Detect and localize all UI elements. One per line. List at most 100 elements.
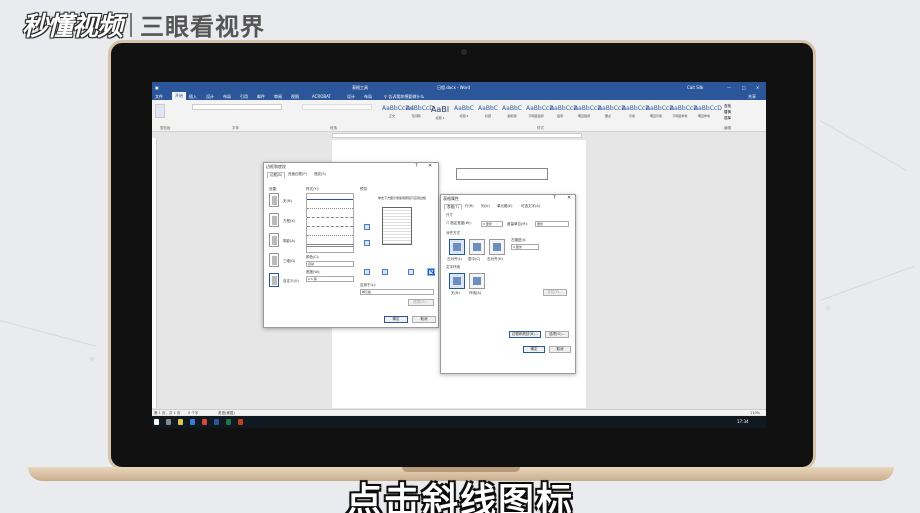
preferred-width-checkbox[interactable]: ☐ 指定宽度(W): <box>446 221 472 226</box>
style-quote[interactable]: AaBbCcD 引用 <box>622 105 650 123</box>
search-icon[interactable] <box>166 419 171 425</box>
align-left-label: 左对齐(L) <box>447 257 463 261</box>
close-icon[interactable]: ✕ <box>428 163 432 169</box>
top-border-icon[interactable] <box>364 224 370 230</box>
tab-column[interactable]: 列(U) <box>481 204 490 209</box>
tab-table[interactable]: 表格(T) <box>444 204 462 210</box>
style-intense-reference[interactable]: AaBbCcD 明显参考 <box>694 105 722 123</box>
ok-button[interactable]: 确定 <box>384 316 408 323</box>
tab-acrobat[interactable]: ACROBAT <box>312 94 331 99</box>
border-preview[interactable] <box>382 207 412 245</box>
alignment-label: 对齐方式 <box>446 231 460 235</box>
cancel-button[interactable]: 取消 <box>412 316 436 323</box>
style-no-spacing[interactable]: AaBbCcD 无间隔 <box>406 105 434 123</box>
font-format-buttons[interactable] <box>192 113 282 119</box>
inside-horizontal-border-icon[interactable] <box>364 240 370 246</box>
style-intense-quote[interactable]: AaBbCcD 明显引用 <box>646 105 674 123</box>
style-intense-emphasis[interactable]: AaBbCcD 明显强调 <box>574 105 602 123</box>
zoom-level[interactable]: 110% <box>750 411 760 415</box>
find-button[interactable]: 查找 <box>724 104 731 109</box>
tab-borders[interactable]: 边框(B) <box>267 172 286 178</box>
document-table[interactable] <box>456 168 548 180</box>
tab-row[interactable]: 行(R) <box>465 204 474 209</box>
wrap-none-icon[interactable] <box>449 273 465 289</box>
style-strong[interactable]: AaBbCcD 要点 <box>598 105 626 123</box>
paste-icon[interactable] <box>155 104 165 118</box>
tab-shading[interactable]: 底纹(S) <box>314 172 326 177</box>
line-style-list[interactable] <box>306 193 354 253</box>
apply-to-select[interactable]: 单元格 <box>360 289 434 295</box>
help-icon[interactable]: ? <box>553 195 556 201</box>
replace-button[interactable]: 替换 <box>724 110 731 115</box>
explorer-icon[interactable] <box>178 419 183 425</box>
color-select[interactable]: 自动 <box>306 261 354 267</box>
style-subtitle[interactable]: AaBbC 副标题 <box>502 105 522 123</box>
borders-shading-button[interactable]: 边框和底纹(B)... <box>509 331 541 338</box>
tab-alt-text[interactable]: 可选文字(A) <box>521 204 540 209</box>
align-center-icon[interactable] <box>469 239 485 255</box>
preferred-width-input[interactable]: 0 厘米 <box>481 221 503 227</box>
setting-none-icon[interactable] <box>269 193 279 207</box>
setting-shadow-label: 阴影(A) <box>283 239 296 243</box>
vertical-ruler[interactable] <box>152 138 157 408</box>
excel-icon[interactable] <box>226 419 231 425</box>
ok-button[interactable]: 确定 <box>523 346 545 353</box>
line-style-option[interactable] <box>307 244 353 247</box>
cancel-button[interactable]: 取消 <box>549 346 571 353</box>
taskbar-clock[interactable]: 17:34 <box>737 419 749 424</box>
setting-custom-icon[interactable] <box>269 273 279 287</box>
group-editing: 编辑 <box>724 126 731 130</box>
style-heading-2[interactable]: AaBbC 标题 2 <box>454 105 474 123</box>
align-left-icon[interactable] <box>449 239 465 255</box>
setting-3d-icon[interactable] <box>269 253 279 267</box>
left-border-icon[interactable] <box>382 269 388 275</box>
tab-home[interactable]: 开始 <box>172 92 186 100</box>
line-style-option[interactable] <box>307 226 353 227</box>
align-right-icon[interactable] <box>489 239 505 255</box>
width-select[interactable]: 0.5 磅 <box>306 276 354 282</box>
close-icon[interactable]: ✕ <box>567 195 571 201</box>
measure-select[interactable]: 厘米 <box>535 221 569 227</box>
line-style-option[interactable] <box>307 217 353 218</box>
help-icon[interactable]: ? <box>415 163 418 169</box>
close-icon[interactable]: ✕ <box>756 85 759 90</box>
maximize-icon[interactable]: □ <box>742 85 746 90</box>
save-icon[interactable]: ▣ <box>155 85 159 90</box>
style-sample: AaBbC <box>478 105 498 112</box>
tab-page-border[interactable]: 页面边框(P) <box>288 172 307 177</box>
style-normal[interactable]: AaBbCcDd 正文 <box>382 105 414 123</box>
wrap-around-icon[interactable] <box>469 273 485 289</box>
app-icon[interactable] <box>202 419 207 425</box>
line-style-option[interactable] <box>307 235 353 236</box>
diagonal-up-border-icon[interactable] <box>428 269 434 275</box>
powerpoint-icon[interactable] <box>238 419 243 425</box>
line-style-option[interactable] <box>307 199 353 200</box>
diagonal-down-border-icon[interactable] <box>364 269 370 275</box>
minimize-icon[interactable]: — <box>727 85 731 90</box>
tab-cell[interactable]: 单元格(E) <box>497 204 512 209</box>
style-label: 样式(Y): <box>306 187 320 191</box>
style-name: 明显强调 <box>577 114 590 118</box>
paragraph-buttons[interactable] <box>302 104 372 110</box>
edge-icon[interactable] <box>190 419 195 425</box>
font-name-select[interactable] <box>192 104 282 110</box>
horizontal-ruler[interactable] <box>332 133 582 138</box>
style-emphasis[interactable]: AaBbCcD 强调 <box>550 105 578 123</box>
word-icon[interactable] <box>214 419 219 425</box>
setting-box-icon[interactable] <box>269 213 279 227</box>
indent-value: 0 厘米 <box>513 245 522 249</box>
select-button[interactable]: 选择 <box>724 116 731 121</box>
style-heading-1[interactable]: AaBl 标题 1 <box>430 105 450 123</box>
positioning-button[interactable]: 定位(P)... <box>543 289 567 296</box>
table-options-button[interactable]: 选项(O)... <box>545 331 569 338</box>
start-icon[interactable] <box>154 419 159 425</box>
line-style-option[interactable] <box>307 208 353 209</box>
options-button[interactable]: 选项(O)... <box>408 299 434 306</box>
right-border-icon[interactable] <box>408 269 414 275</box>
style-title[interactable]: AaBbC 标题 <box>478 105 498 123</box>
indent-input[interactable]: 0 厘米 <box>511 244 539 250</box>
style-subtle-reference[interactable]: AaBbCcD 不明显参考 <box>670 105 698 123</box>
style-subtle-emphasis[interactable]: AaBbCcD 不明显强调 <box>526 105 554 123</box>
user-name[interactable]: Cait Silk <box>687 85 703 90</box>
setting-shadow-icon[interactable] <box>269 233 279 247</box>
